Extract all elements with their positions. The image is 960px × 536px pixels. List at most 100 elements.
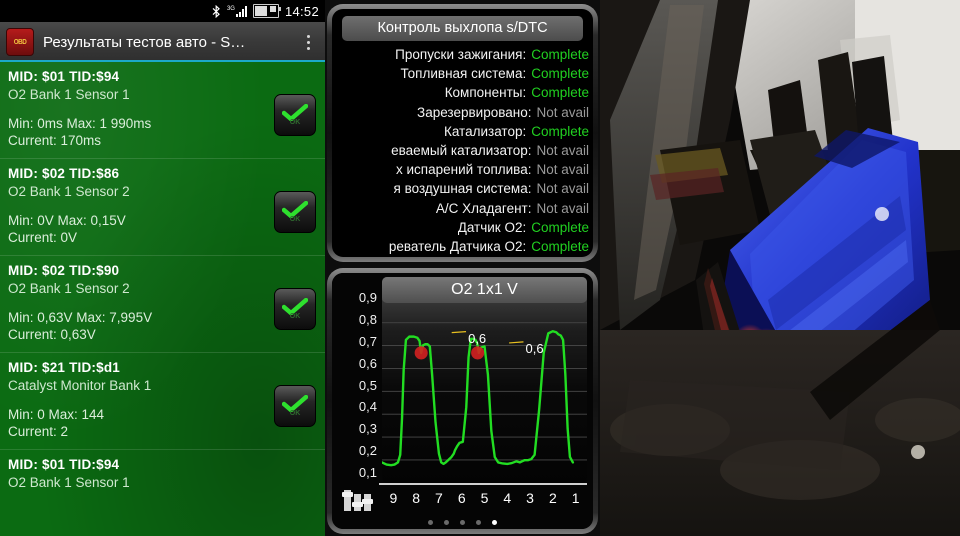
table-row[interactable]: MID: $02 TID:$90 O2 Bank 1 Sensor 2 Min:… (0, 256, 325, 353)
middle-screenshots-column: Контроль выхлопа s/DTC Пропуски зажигани… (325, 0, 600, 536)
list-item: Датчик О2: Complete (332, 218, 589, 237)
page-dot[interactable] (492, 520, 497, 525)
status-label: OK (289, 410, 301, 418)
dtc-value: Complete (531, 66, 589, 82)
obd2-dongle-photo (600, 0, 960, 536)
y-tick: 0,8 (358, 311, 377, 327)
dtc-label: я воздушная система: (393, 181, 532, 197)
list-item: Топливная система: Complete (332, 64, 589, 83)
row-mid-tid: MID: $21 TID:$d1 (8, 360, 120, 375)
row-description: O2 Bank 1 Sensor 1 (8, 475, 130, 490)
obd-app-icon: OBD (6, 28, 34, 56)
list-item: Катализатор: Complete (332, 122, 589, 141)
row-range: Min: 0 Max: 144 (8, 407, 105, 422)
dtc-value: Not avail (536, 104, 589, 120)
status-badge: OK (274, 94, 316, 137)
network-type-label: 3G (226, 5, 235, 12)
dtc-value: Not avail (536, 200, 589, 216)
o2-graph-screenshot: 0,6 0,6 O2 1x1 V 0,9 0,8 0,7 0,6 0,5 0,4… (327, 268, 598, 534)
list-item: Зарезервировано: Not avail (332, 103, 589, 122)
android-app-screenshot: 3G 14:52 OBD Результаты тестов авто - S…… (0, 0, 325, 536)
y-tick: 0,7 (358, 333, 377, 349)
dtc-value: Not avail (536, 256, 589, 257)
dtc-value: Complete (531, 239, 589, 255)
dtc-label: Пропуски зажигания: (395, 47, 527, 62)
page-dot[interactable] (444, 520, 449, 525)
status-badge: OK (274, 191, 316, 234)
x-tick: 6 (457, 490, 466, 506)
row-mid-tid: MID: $01 TID:$94 (8, 457, 120, 472)
test-results-list[interactable]: MID: $01 TID:$94 O2 Bank 1 Sensor 1 Min:… (0, 62, 325, 536)
dtc-label: Топливная система: (400, 66, 527, 82)
list-item: я воздушная система: Not avail (332, 179, 589, 198)
dtc-label: Датчик О2: (457, 219, 527, 235)
status-label: OK (289, 313, 301, 321)
page-indicator-dots[interactable] (332, 520, 593, 525)
dtc-monitor-screenshot: Контроль выхлопа s/DTC Пропуски зажигани… (327, 4, 598, 262)
row-description: Catalyst Monitor Bank 1 (8, 378, 152, 393)
screenshot-collage: 3G 14:52 OBD Результаты тестов авто - S…… (0, 0, 960, 536)
list-item: реватель Датчика О2: Complete (332, 237, 589, 256)
x-tick: 3 (526, 490, 534, 506)
row-current: Current: 0V (8, 230, 78, 245)
chart-title: O2 1x1 V (382, 277, 587, 303)
x-tick: 4 (503, 490, 512, 506)
dtc-value: Complete (531, 123, 589, 139)
x-tick: 1 (571, 490, 580, 506)
sliders-icon[interactable] (338, 487, 376, 511)
table-row[interactable]: MID: $01 TID:$94 O2 Bank 1 Sensor 1 Min:… (0, 62, 325, 159)
signal-bars-icon: 3G (226, 5, 247, 17)
dtc-value: Not avail (536, 162, 589, 178)
dtc-label: А/С Хладагент: (435, 200, 532, 216)
y-tick: 0,6 (358, 355, 377, 371)
row-description: O2 Bank 1 Sensor 2 (8, 184, 130, 199)
overflow-menu-icon[interactable] (299, 34, 319, 50)
page-dot[interactable] (428, 520, 433, 525)
row-range: Min: 0,63V Max: 7,995V (8, 310, 153, 325)
row-mid-tid: MID: $01 TID:$94 (8, 69, 120, 84)
row-description: O2 Bank 1 Sensor 1 (8, 87, 130, 102)
dtc-label: Зарезервировано: (417, 104, 532, 120)
page-title: Результаты тестов авто - S… (43, 33, 246, 51)
dtc-value: Complete (531, 47, 589, 62)
chart-x-axis: 9 8 7 6 5 4 3 2 1 (382, 487, 587, 509)
bluetooth-icon (212, 4, 221, 18)
status-badge: OK (274, 288, 316, 331)
table-row[interactable]: MID: $02 TID:$86 O2 Bank 1 Sensor 2 Min:… (0, 159, 325, 256)
dtc-value: Complete (531, 85, 589, 101)
x-tick: 9 (389, 490, 398, 506)
list-item: Пропуски зажигания: Complete (332, 45, 589, 64)
chart-y-axis: 0,9 0,8 0,7 0,6 0,5 0,4 0,3 0,2 0,1 (336, 277, 380, 483)
table-row[interactable]: MID: $01 TID:$94 O2 Bank 1 Sensor 1 (0, 450, 325, 499)
app-icon-label: OBD (13, 38, 27, 46)
page-dot[interactable] (476, 520, 481, 525)
row-mid-tid: MID: $02 TID:$86 (8, 166, 120, 181)
dtc-label: Катализатор: (443, 123, 527, 139)
dtc-panel-title: Контроль выхлопа s/DTC (342, 16, 583, 41)
chart-area: 0,6 0,6 O2 1x1 V 0,9 0,8 0,7 0,6 0,5 0,4… (332, 273, 593, 529)
row-mid-tid: MID: $02 TID:$90 (8, 263, 120, 278)
row-range: Min: 0ms Max: 1 990ms (8, 116, 152, 131)
chart-x-axis-line (379, 483, 587, 485)
status-label: OK (289, 119, 301, 127)
dtc-value: Complete (531, 219, 589, 235)
dtc-label: еваемый катализатор: (391, 143, 532, 159)
annotation-leader-lines (382, 277, 587, 483)
row-description: O2 Bank 1 Sensor 2 (8, 281, 130, 296)
chart-plot: 0,6 0,6 (382, 277, 587, 483)
x-tick: 2 (548, 490, 557, 506)
x-tick: 7 (435, 490, 443, 506)
list-item: Компоненты: Complete (332, 83, 589, 102)
list-item: х испарений топлива: Not avail (332, 160, 589, 179)
dtc-label: отработавших газов: (402, 256, 531, 257)
list-item: отработавших газов: Not avail (332, 256, 589, 257)
y-tick: 0,5 (358, 377, 377, 393)
row-current: Current: 2 (8, 424, 69, 439)
page-dot[interactable] (460, 520, 465, 525)
status-label: OK (289, 216, 301, 224)
y-tick: 0,3 (358, 421, 377, 437)
x-tick: 8 (412, 490, 421, 506)
y-tick: 0,9 (358, 290, 377, 305)
list-item: А/С Хладагент: Not avail (332, 199, 589, 218)
table-row[interactable]: MID: $21 TID:$d1 Catalyst Monitor Bank 1… (0, 353, 325, 450)
